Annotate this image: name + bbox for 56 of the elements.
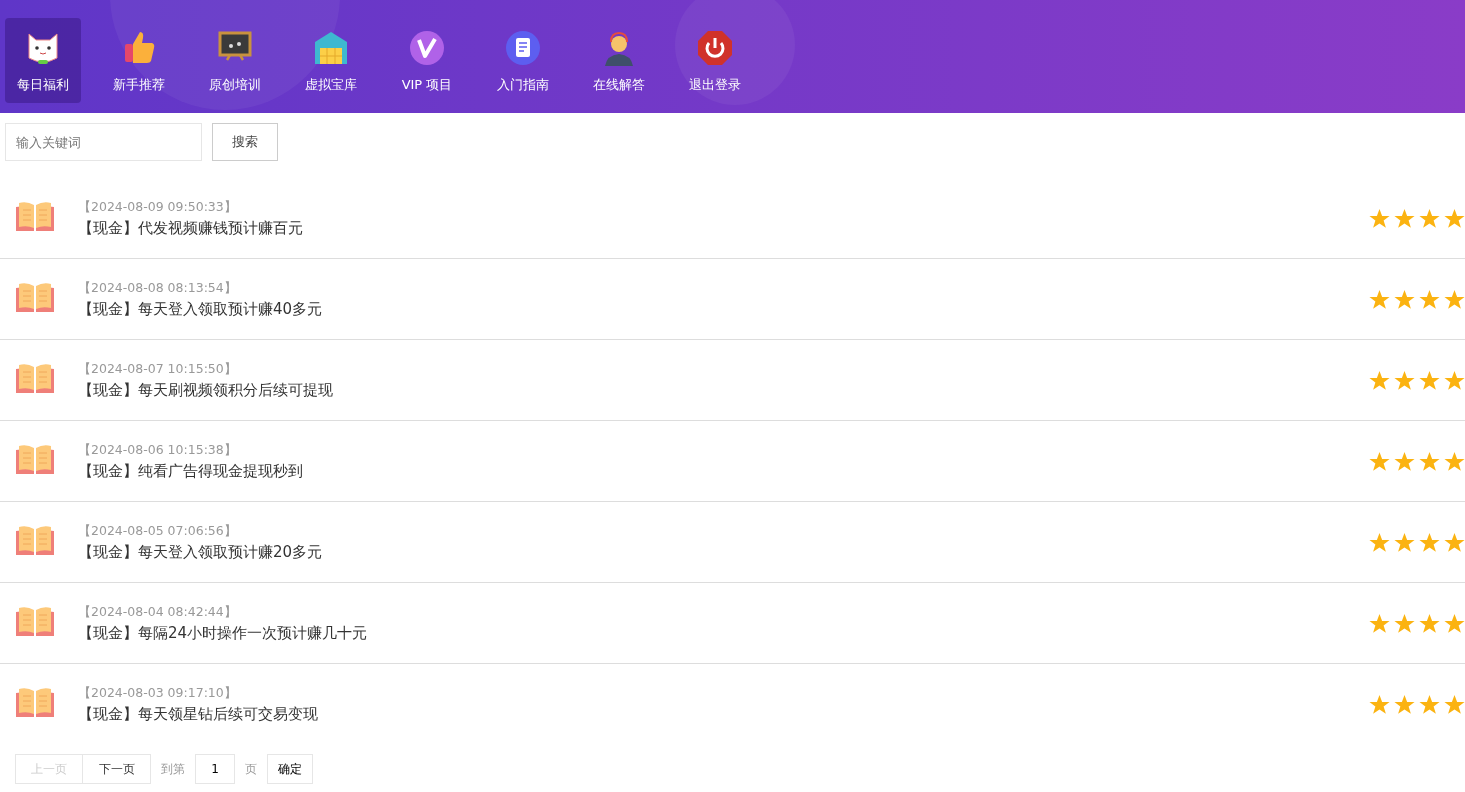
confirm-button[interactable]: 确定 — [267, 754, 313, 784]
star-icon — [1369, 450, 1390, 472]
item-title-link[interactable]: 【现金】每天登入领取预计赚40多元 — [78, 299, 1369, 319]
star-icon — [1419, 369, 1440, 391]
item-date: 【2024-08-09 09:50:33】 — [78, 198, 238, 216]
star-icon — [1444, 531, 1465, 553]
star-icon — [1394, 693, 1415, 715]
star-icon — [1444, 612, 1465, 634]
item-title-link[interactable]: 【现金】每隔24小时操作一次预计赚几十元 — [78, 623, 1369, 643]
star-icon — [1419, 531, 1440, 553]
search-button[interactable]: 搜索 — [212, 123, 278, 161]
star-icon — [1419, 288, 1440, 310]
item-title-link[interactable]: 【现金】代发视频赚钱预计赚百元 — [78, 218, 1369, 238]
star-icon — [1444, 693, 1465, 715]
nav-item[interactable]: 虚拟宝库 — [293, 18, 369, 103]
star-icon — [1394, 288, 1415, 310]
star-icon — [1419, 693, 1440, 715]
star-icon — [1419, 612, 1440, 634]
star-icon — [1394, 531, 1415, 553]
item-title-link[interactable]: 【现金】每天登入领取预计赚20多元 — [78, 542, 1369, 562]
star-icon — [1369, 612, 1390, 634]
item-date: 【2024-08-07 10:15:50】 — [78, 360, 238, 378]
next-page-button[interactable]: 下一页 — [83, 754, 151, 784]
goto-page-label: 到第 — [161, 760, 185, 778]
page-unit-label: 页 — [245, 760, 257, 778]
star-icon — [1369, 207, 1390, 229]
star-icon — [1444, 450, 1465, 472]
star-icon — [1394, 450, 1415, 472]
item-date: 【2024-08-03 09:17:10】 — [78, 684, 238, 702]
star-icon — [1444, 369, 1465, 391]
nav-item[interactable]: 在线解答 — [581, 18, 657, 103]
star-icon — [1369, 369, 1390, 391]
item-date: 【2024-08-08 08:13:54】 — [78, 279, 238, 297]
star-icon — [1369, 288, 1390, 310]
item-date: 【2024-08-04 08:42:44】 — [78, 603, 238, 621]
item-title-link[interactable]: 【现金】每天领星钻后续可交易变现 — [78, 704, 1369, 724]
star-icon — [1394, 612, 1415, 634]
item-title-link[interactable]: 【现金】纯看广告得现金提现秒到 — [78, 461, 1369, 481]
star-icon — [1419, 450, 1440, 472]
search-field[interactable]: 输入关键词 — [5, 123, 202, 161]
item-date: 【2024-08-06 10:15:38】 — [78, 441, 238, 459]
star-icon — [1444, 288, 1465, 310]
item-title-link[interactable]: 【现金】每天刷视频领积分后续可提现 — [78, 380, 1369, 400]
nav-item[interactable]: 新手推荐 — [101, 18, 177, 103]
star-icon — [1419, 207, 1440, 229]
nav-item[interactable]: VIP 项目 — [389, 18, 465, 103]
page-number-field[interactable]: 1 — [195, 754, 235, 784]
star-icon — [1394, 207, 1415, 229]
star-icon — [1369, 531, 1390, 553]
nav-item[interactable]: 每日福利 — [5, 18, 81, 103]
star-icon — [1394, 369, 1415, 391]
star-icon — [1444, 207, 1465, 229]
star-icon — [1369, 693, 1390, 715]
item-date: 【2024-08-05 07:06:56】 — [78, 522, 238, 540]
nav-item[interactable]: 入门指南 — [485, 18, 561, 103]
nav-item[interactable]: 原创培训 — [197, 18, 273, 103]
